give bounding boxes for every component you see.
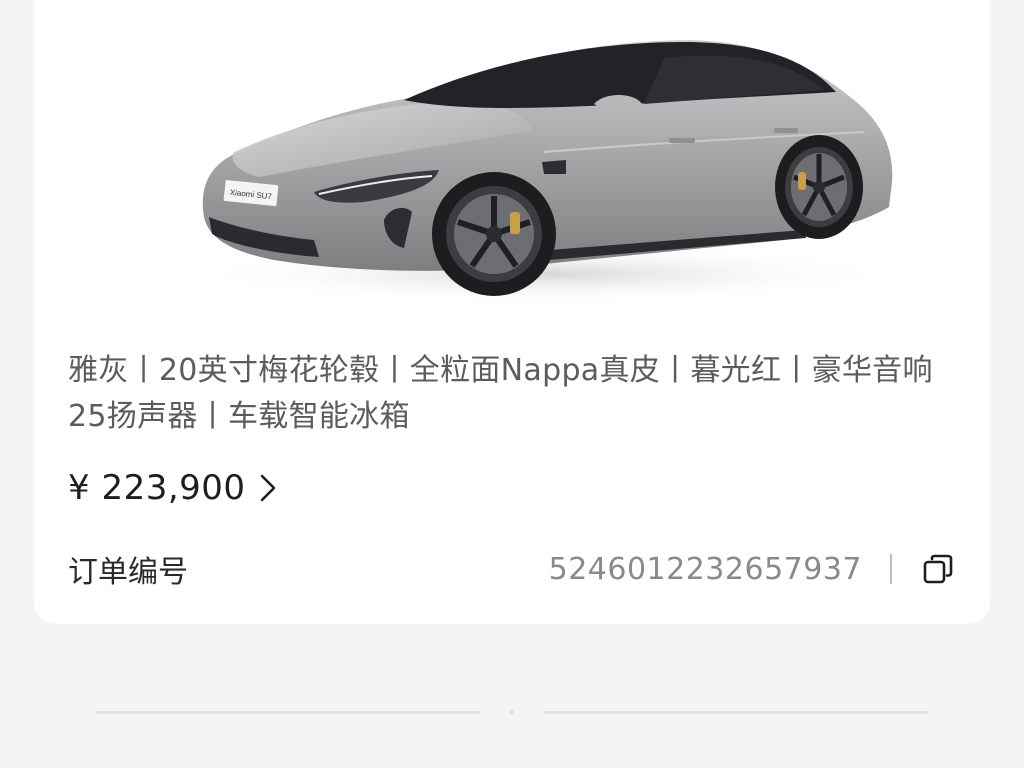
car-config-specs: 雅灰丨20英寸梅花轮毂丨全粒面Nappa真皮丨暮光红丨豪华音响 25扬声器丨车载… — [68, 353, 933, 434]
order-number-row: 订单编号 5246012232657937 — [68, 546, 956, 592]
copy-icon — [923, 554, 953, 584]
copy-button[interactable] — [920, 551, 956, 587]
order-card: Xiaomi SU7 雅灰丨20英寸梅花轮毂丨全粒面Nappa真皮丨暮光红丨豪华… — [34, 0, 990, 624]
loading-placeholder-line-right — [544, 711, 928, 714]
price: ¥ 223,900 — [68, 468, 246, 508]
price-link[interactable]: ¥ 223,900 — [68, 464, 278, 512]
order-number-value: 5246012232657937 — [548, 551, 862, 587]
car-image: Xiaomi SU7 — [184, 40, 904, 304]
loading-placeholder-dot — [509, 710, 514, 715]
loading-placeholder-line-left — [96, 711, 480, 714]
order-number-label: 订单编号 — [68, 555, 188, 590]
chevron-right-icon — [258, 473, 278, 503]
divider — [890, 554, 892, 584]
